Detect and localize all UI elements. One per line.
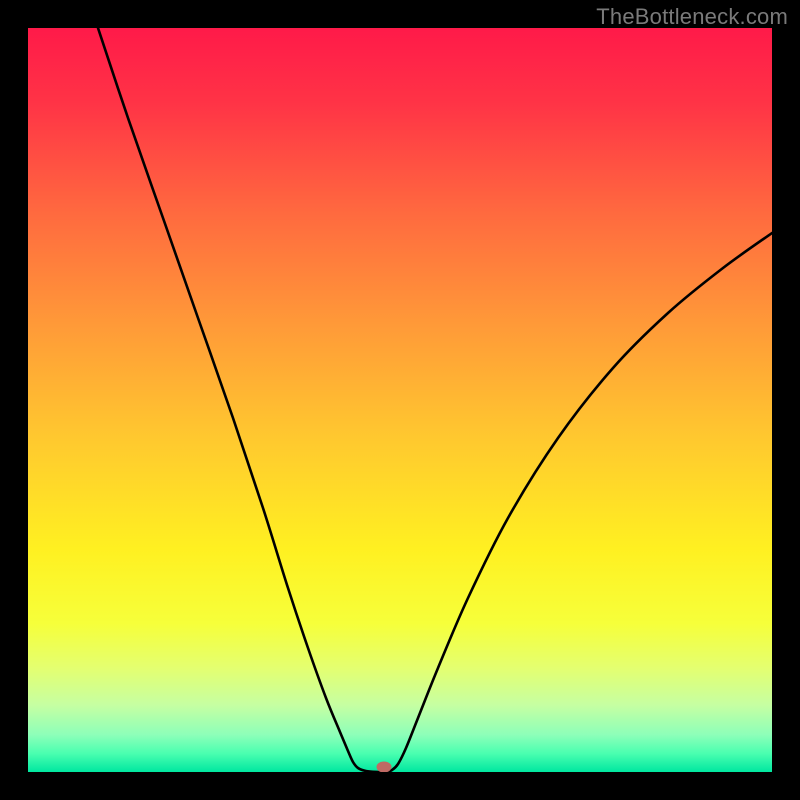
gradient-background (28, 28, 772, 772)
watermark-text: TheBottleneck.com (596, 4, 788, 30)
chart-svg (28, 28, 772, 772)
plot-area (28, 28, 772, 772)
optimal-point-marker (377, 762, 391, 772)
chart-root: TheBottleneck.com (0, 0, 800, 800)
